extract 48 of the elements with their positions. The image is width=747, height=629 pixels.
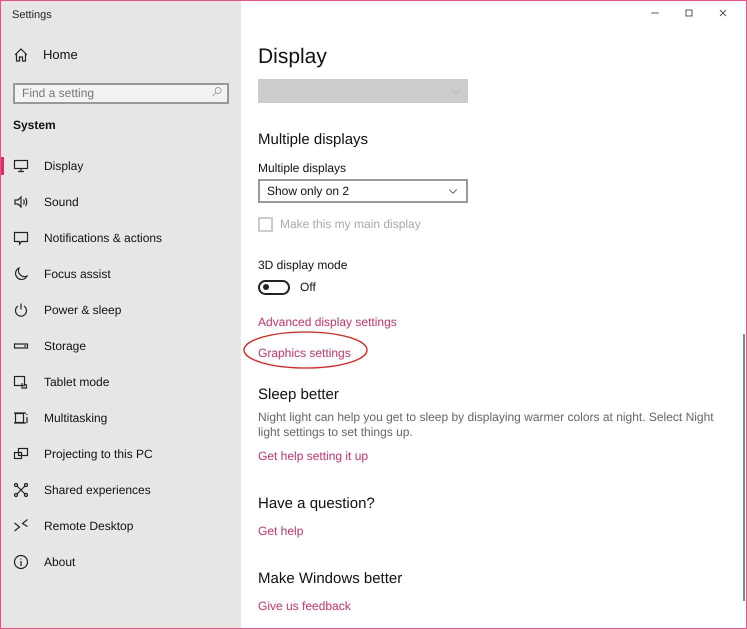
nav-item[interactable]: Projecting to this PC bbox=[1, 436, 241, 472]
field-label: 3D display mode bbox=[258, 257, 348, 274]
section-heading: Multiple displays bbox=[258, 130, 370, 150]
home-nav-item[interactable]: Home bbox=[1, 35, 90, 75]
selection-indicator bbox=[1, 157, 4, 175]
close-icon bbox=[717, 7, 729, 19]
link[interactable]: Get help bbox=[258, 524, 304, 538]
speech-bubble-icon bbox=[13, 230, 29, 246]
info-icon bbox=[13, 554, 29, 570]
link[interactable]: Graphics settings bbox=[258, 346, 351, 360]
link[interactable]: Give us feedback bbox=[258, 599, 351, 613]
multitask-icon bbox=[13, 410, 29, 426]
nav-item[interactable]: Sound bbox=[1, 184, 241, 220]
field-label: Multiple displays bbox=[258, 160, 348, 177]
nav-item[interactable]: Storage bbox=[1, 328, 241, 364]
link[interactable]: Get help setting it up bbox=[258, 449, 368, 463]
display-icon bbox=[13, 158, 29, 174]
nav-item[interactable]: Tablet mode bbox=[1, 364, 241, 400]
search-field[interactable]: Find a setting bbox=[13, 82, 229, 104]
nav-item[interactable]: Multitasking bbox=[1, 400, 241, 436]
nav-item[interactable]: Notifications & actions bbox=[1, 220, 241, 256]
remote-icon bbox=[13, 518, 29, 534]
nav-item[interactable]: Shared experiences bbox=[1, 472, 241, 508]
section-heading: Have a question? bbox=[258, 494, 376, 514]
tablet-icon bbox=[13, 374, 29, 390]
section-heading: System bbox=[12, 117, 57, 134]
link[interactable]: Advanced display settings bbox=[258, 315, 397, 329]
window-title: Settings bbox=[11, 8, 53, 23]
section-heading: Sleep better bbox=[258, 385, 340, 405]
share-icon bbox=[13, 482, 29, 498]
square-icon bbox=[683, 7, 695, 19]
section-heading: Make Windows better bbox=[258, 569, 404, 589]
power-icon bbox=[13, 302, 29, 318]
moon-icon bbox=[13, 266, 29, 282]
nav-item[interactable]: Remote Desktop bbox=[1, 508, 241, 544]
dropdown[interactable]: Show only on 2 bbox=[258, 179, 468, 203]
description-text: Night light can help you get to sleep by displaying warmer colors at night. Select Night light settings to set things up. bbox=[258, 410, 715, 440]
nav-item[interactable]: Power & sleep bbox=[1, 292, 241, 328]
nav-item[interactable]: About bbox=[1, 544, 241, 580]
toggle-state: Off bbox=[300, 279, 316, 296]
toggle-switch[interactable] bbox=[258, 280, 290, 294]
checkbox-label: Make this my main display bbox=[280, 216, 421, 233]
screens-icon bbox=[13, 446, 29, 462]
search-icon bbox=[211, 86, 223, 98]
page-title: Display bbox=[258, 44, 327, 70]
nav-item[interactable]: Focus assist bbox=[1, 256, 241, 292]
speaker-icon bbox=[13, 194, 29, 210]
home-icon bbox=[13, 47, 29, 63]
